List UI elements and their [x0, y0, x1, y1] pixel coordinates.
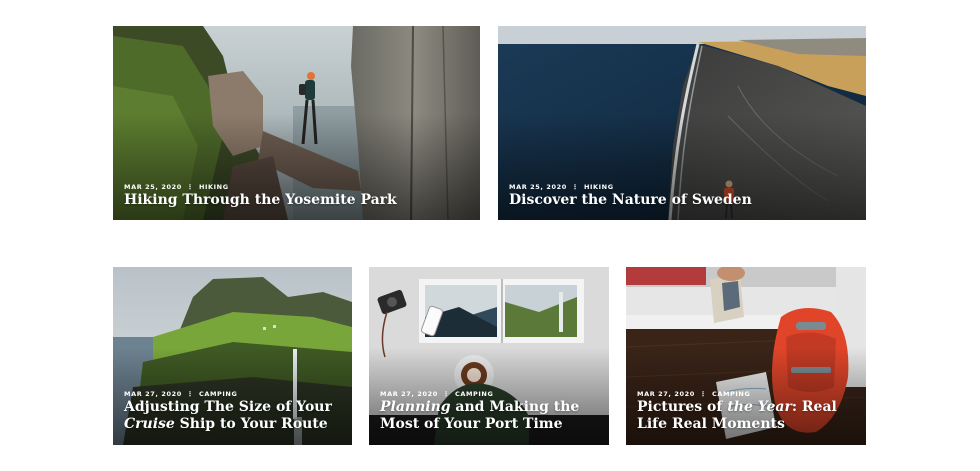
post-meta: MAR 25, 2020 ⋮ HIKING [124, 183, 229, 191]
meta-separator: ⋮ [186, 183, 194, 191]
title-italic: the Year [727, 399, 792, 415]
meta-separator: ⋮ [442, 390, 450, 398]
post-card-pictures-of-the-year[interactable]: MAR 27, 2020 ⋮ CAMPING Pictures of the Yea… [626, 267, 866, 445]
post-meta: MAR 27, 2020 ⋮ CAMPING [124, 390, 237, 398]
post-title[interactable]: Hiking Through the Yosemite Park [124, 192, 470, 209]
post-date: MAR 27, 2020 [380, 390, 438, 398]
title-text: Adjusting The Size of Your [124, 399, 332, 415]
post-meta: MAR 27, 2020 ⋮ CAMPING [380, 390, 493, 398]
post-title[interactable]: Planning and Making the Most of Your Por… [380, 399, 599, 433]
post-date: MAR 27, 2020 [637, 390, 695, 398]
post-title[interactable]: Adjusting The Size of Your Cruise Ship to… [124, 399, 342, 433]
post-title[interactable]: Pictures of the Year: Real Life Real Mom… [637, 399, 856, 433]
post-date: MAR 25, 2020 [124, 183, 182, 191]
post-card-planning[interactable]: MAR 27, 2020 ⋮ CAMPING Planning and Making… [369, 267, 609, 445]
post-title[interactable]: Discover the Nature of Sweden [509, 192, 856, 209]
blog-grid: MAR 25, 2020 ⋮ HIKING Hiking Through the Y… [0, 0, 980, 471]
post-category[interactable]: CAMPING [455, 390, 493, 398]
post-category[interactable]: HIKING [199, 183, 229, 191]
title-text: Ship to Your Route [174, 416, 328, 432]
post-card-sweden[interactable]: MAR 25, 2020 ⋮ HIKING Discover the Nature … [498, 26, 866, 220]
meta-separator: ⋮ [571, 183, 579, 191]
title-text: Pictures of [637, 399, 728, 415]
title-italic: Cruise [124, 416, 175, 432]
post-meta: MAR 27, 2020 ⋮ CAMPING [637, 390, 750, 398]
meta-separator: ⋮ [186, 390, 194, 398]
meta-separator: ⋮ [699, 390, 707, 398]
post-category[interactable]: CAMPING [199, 390, 237, 398]
post-card-cruise[interactable]: MAR 27, 2020 ⋮ CAMPING Adjusting The Size … [113, 267, 352, 445]
title-italic: Planning [380, 399, 451, 415]
post-category[interactable]: CAMPING [712, 390, 750, 398]
post-meta: MAR 25, 2020 ⋮ HIKING [509, 183, 614, 191]
post-date: MAR 25, 2020 [509, 183, 567, 191]
post-date: MAR 27, 2020 [124, 390, 182, 398]
post-card-yosemite[interactable]: MAR 25, 2020 ⋮ HIKING Hiking Through the Y… [113, 26, 480, 220]
post-category[interactable]: HIKING [584, 183, 614, 191]
